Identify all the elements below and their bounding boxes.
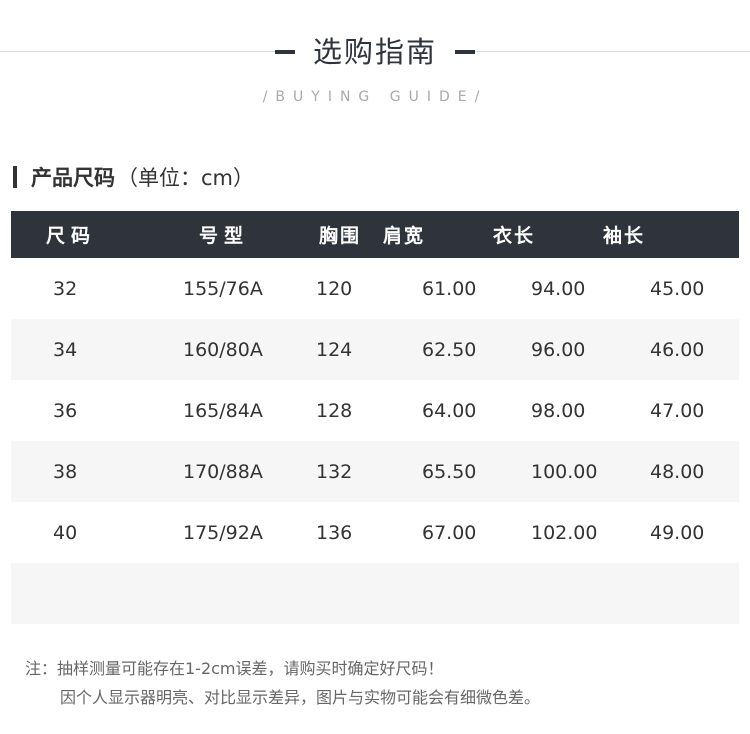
guide-heading-inner: 选购指南 bbox=[274, 28, 475, 76]
notes: 注：抽样测量可能存在1-2cm误差，请购买时确定好尺码！ 因个人显示器明亮、对比… bbox=[25, 654, 540, 712]
cell-size: 38 bbox=[53, 460, 78, 483]
cell-fit: 170/88A bbox=[183, 460, 263, 483]
cell-length: 100.00 bbox=[531, 460, 598, 483]
cell-fit: 155/76A bbox=[183, 277, 263, 300]
cell-chest: 132 bbox=[316, 460, 353, 483]
page-title: 选购指南 bbox=[312, 35, 437, 69]
cell-chest: 124 bbox=[316, 338, 353, 361]
col-header-shoulder: 肩宽 bbox=[382, 225, 425, 247]
heading-dash-right bbox=[455, 50, 475, 54]
table-row: 38 170/88A 132 65.50 100.00 48.00 bbox=[11, 441, 739, 502]
heading-dash-left bbox=[274, 50, 295, 54]
cell-sleeve: 49.00 bbox=[650, 521, 705, 544]
cell-chest: 136 bbox=[316, 521, 353, 544]
table-row: 34 160/80A 124 62.50 96.00 46.00 bbox=[11, 319, 739, 380]
cell-size: 36 bbox=[53, 399, 78, 422]
col-header-chest: 胸围 bbox=[319, 225, 362, 247]
section-title: 产品尺码 bbox=[31, 166, 115, 190]
cell-fit: 160/80A bbox=[183, 338, 263, 361]
cell-shoulder: 67.00 bbox=[422, 521, 477, 544]
col-header-fit: 号型 bbox=[199, 225, 250, 247]
guide-heading: 选购指南 bbox=[0, 28, 750, 76]
cell-shoulder: 64.00 bbox=[422, 399, 477, 422]
cell-shoulder: 62.50 bbox=[422, 338, 477, 361]
cell-chest: 128 bbox=[316, 399, 353, 422]
cell-sleeve: 46.00 bbox=[650, 338, 705, 361]
cell-sleeve: 48.00 bbox=[650, 460, 705, 483]
cell-size: 34 bbox=[53, 338, 78, 361]
section-unit: （单位：cm） bbox=[117, 166, 255, 190]
cell-sleeve: 45.00 bbox=[650, 277, 705, 300]
cell-fit: 165/84A bbox=[183, 399, 263, 422]
page-subtitle: /BUYING GUIDE/ bbox=[262, 89, 488, 105]
cell-size: 32 bbox=[53, 277, 78, 300]
section-marker bbox=[13, 166, 17, 188]
cell-sleeve: 47.00 bbox=[650, 399, 705, 422]
table-row: 40 175/92A 136 67.00 102.00 49.00 bbox=[11, 502, 739, 563]
cell-chest: 120 bbox=[316, 277, 353, 300]
note-line-2: 因个人显示器明亮、对比显示差异，图片与实物可能会有细微色差。 bbox=[60, 688, 541, 707]
col-header-sleeve: 袖长 bbox=[602, 225, 645, 247]
cell-size: 40 bbox=[53, 521, 78, 544]
table-row: 32 155/76A 120 61.00 94.00 45.00 bbox=[11, 258, 739, 319]
cell-fit: 175/92A bbox=[183, 521, 263, 544]
cell-length: 102.00 bbox=[531, 521, 598, 544]
section-heading: 产品尺码 （单位：cm） bbox=[13, 163, 254, 191]
size-guide-page: 选购指南 /BUYING GUIDE/ 产品尺码 （单位：cm） 尺码 号型 胸… bbox=[0, 0, 750, 734]
col-header-size: 尺码 bbox=[46, 225, 97, 247]
col-header-length: 衣长 bbox=[492, 225, 535, 247]
cell-length: 94.00 bbox=[531, 277, 586, 300]
cell-shoulder: 61.00 bbox=[422, 277, 477, 300]
cell-length: 98.00 bbox=[531, 399, 586, 422]
note-line-1: 注：抽样测量可能存在1-2cm误差，请购买时确定好尺码！ bbox=[25, 659, 444, 678]
table-header-row: 尺码 号型 胸围 肩宽 衣长 袖长 bbox=[11, 211, 739, 258]
cell-length: 96.00 bbox=[531, 338, 586, 361]
table-row: 36 165/84A 128 64.00 98.00 47.00 bbox=[11, 380, 739, 441]
size-table: 尺码 号型 胸围 肩宽 衣长 袖长 32 155/76A 120 61.00 9… bbox=[11, 211, 739, 624]
cell-shoulder: 65.50 bbox=[422, 460, 477, 483]
table-row-empty bbox=[11, 563, 739, 624]
